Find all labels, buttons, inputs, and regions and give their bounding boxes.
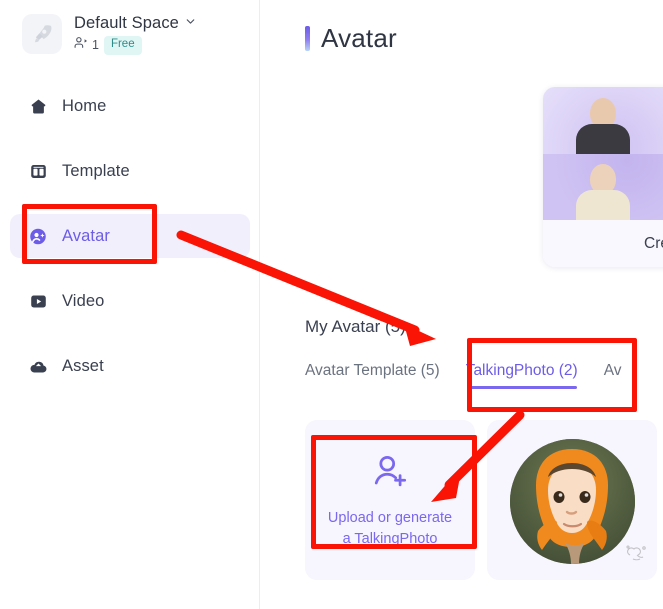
sidebar-item-video[interactable]: Video bbox=[10, 279, 250, 323]
tab-label: Av bbox=[603, 362, 622, 379]
workspace-title-row[interactable]: Default Space bbox=[74, 14, 197, 33]
tab-avatar-third[interactable]: Av bbox=[604, 362, 622, 389]
chevron-down-icon[interactable] bbox=[184, 15, 197, 33]
avatar-card-list: Upload or generate a TalkingPhoto bbox=[305, 420, 657, 580]
tab-talkingphoto[interactable]: TalkingPhoto (2) bbox=[466, 362, 578, 389]
watermark-mark bbox=[624, 541, 650, 566]
workspace-name: Default Space bbox=[74, 14, 179, 32]
sidebar-item-label: Template bbox=[62, 161, 130, 180]
avatar-thumb-1 bbox=[543, 87, 663, 154]
sidebar-item-asset[interactable]: Asset bbox=[10, 344, 250, 388]
upload-card-label-line2: a TalkingPhoto bbox=[342, 531, 438, 547]
page-header: Avatar bbox=[305, 23, 397, 54]
avatar-thumb-3 bbox=[543, 153, 663, 220]
asset-cloud-icon bbox=[28, 356, 48, 376]
promo-footer-label: Creat bbox=[644, 234, 663, 252]
upload-card-label-line1: Upload or generate bbox=[327, 509, 453, 526]
upload-talkingphoto-card[interactable]: Upload or generate a TalkingPhoto bbox=[305, 420, 475, 580]
member-count: 1 bbox=[92, 38, 99, 53]
tab-label: Avatar Template (5) bbox=[305, 362, 440, 379]
template-icon bbox=[28, 161, 48, 181]
promo-thumbnail-grid bbox=[543, 87, 663, 220]
sidebar: Default Space 1 Free Home Template Avata… bbox=[0, 0, 260, 609]
sidebar-item-home[interactable]: Home bbox=[10, 84, 250, 128]
workspace-subline: 1 Free bbox=[74, 36, 197, 55]
sidebar-item-label: Avatar bbox=[62, 226, 110, 245]
avatar-icon bbox=[28, 226, 48, 246]
user-plus-icon bbox=[368, 450, 412, 499]
sidebar-item-label: Asset bbox=[62, 356, 104, 375]
page-title: Avatar bbox=[321, 23, 397, 53]
rocket-icon bbox=[22, 14, 62, 55]
talkingphoto-thumbnail bbox=[509, 438, 635, 564]
tab-avatar-template[interactable]: Avatar Template (5) bbox=[305, 362, 440, 389]
members-icon bbox=[74, 36, 87, 54]
home-icon bbox=[28, 96, 48, 116]
tab-label: TalkingPhoto (2) bbox=[465, 362, 578, 379]
workspace-meta: Default Space 1 Free bbox=[74, 14, 197, 55]
sidebar-item-template[interactable]: Template bbox=[10, 149, 250, 193]
sidebar-item-avatar[interactable]: Avatar bbox=[10, 214, 250, 258]
title-accent-bar bbox=[305, 26, 310, 51]
avatar-tabs: Avatar Template (5) TalkingPhoto (2) Av bbox=[305, 362, 622, 389]
promo-card-footer[interactable]: Creat bbox=[543, 220, 663, 267]
my-avatar-section-title: My Avatar (5) bbox=[305, 317, 406, 336]
video-icon bbox=[28, 291, 48, 311]
workspace-switcher[interactable]: Default Space 1 Free bbox=[22, 14, 197, 55]
plan-badge: Free bbox=[103, 36, 142, 55]
app-root: Default Space 1 Free Home Template Avata… bbox=[0, 0, 663, 609]
create-avatar-promo-card[interactable]: Creat bbox=[543, 87, 663, 267]
main-content: Avatar Creat My Avatar (5) bbox=[260, 0, 663, 609]
upload-card-label: Upload or generate a TalkingPhoto bbox=[328, 508, 452, 550]
talkingphoto-item-card[interactable] bbox=[487, 420, 657, 580]
sidebar-item-label: Video bbox=[62, 291, 105, 310]
sidebar-nav: Home Template Avatar Video Asset bbox=[10, 84, 250, 409]
sidebar-item-label: Home bbox=[62, 96, 107, 115]
